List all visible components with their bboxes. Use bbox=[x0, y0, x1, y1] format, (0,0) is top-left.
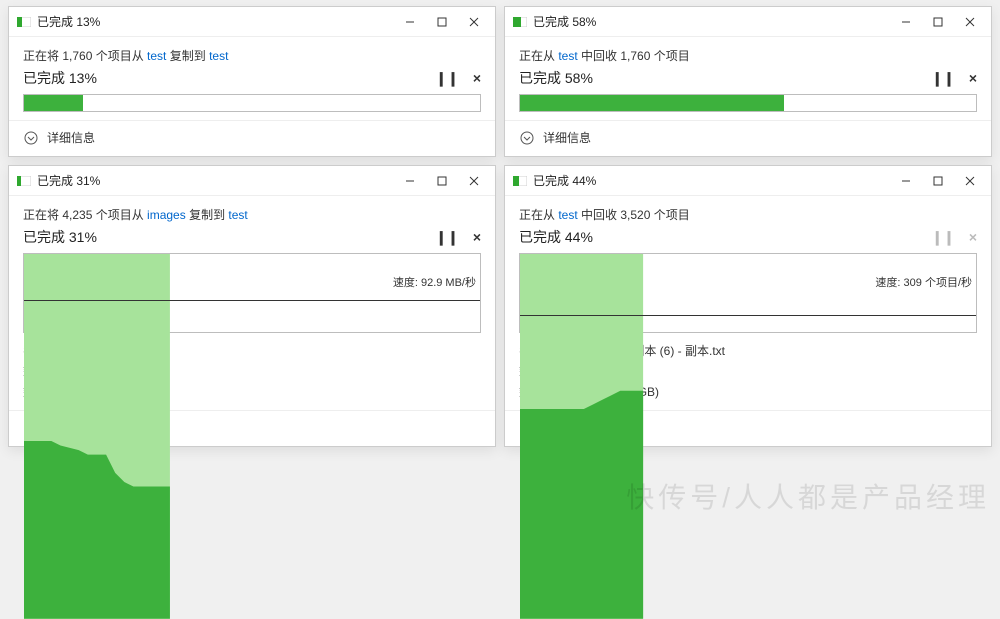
progress-text: 已完成 44% bbox=[519, 227, 593, 247]
titlebar: 已完成 44% bbox=[505, 166, 991, 196]
speed-label: 速度: 309 个项目/秒 bbox=[871, 274, 976, 290]
speed-chart: 速度: 92.9 MB/秒 bbox=[23, 253, 481, 333]
progress-icon bbox=[513, 15, 527, 29]
maximize-button[interactable] bbox=[427, 11, 457, 33]
window-title: 已完成 44% bbox=[533, 172, 891, 189]
recycle-dialog-1: 已完成 58% 正在从 test 中回收 1,760 个项目 已完成 58% ❙… bbox=[504, 6, 992, 157]
close-button[interactable] bbox=[459, 11, 489, 33]
maximize-button[interactable] bbox=[427, 170, 457, 192]
progress-icon bbox=[17, 15, 31, 29]
maximize-button[interactable] bbox=[923, 170, 953, 192]
speed-chart: 速度: 309 个项目/秒 bbox=[519, 253, 977, 333]
source-link[interactable]: images bbox=[147, 208, 186, 222]
dest-link[interactable]: test bbox=[228, 208, 247, 222]
progress-text: 已完成 31% bbox=[23, 227, 97, 247]
details-label: 详细信息 bbox=[47, 129, 95, 146]
action-description: 正在从 test 中回收 1,760 个项目 bbox=[519, 47, 977, 64]
minimize-button[interactable] bbox=[395, 170, 425, 192]
minimize-button[interactable] bbox=[891, 11, 921, 33]
pause-button[interactable]: ❙❙ bbox=[931, 70, 954, 87]
source-link[interactable]: test bbox=[558, 208, 577, 222]
titlebar: 已完成 58% bbox=[505, 7, 991, 37]
source-link[interactable]: test bbox=[558, 49, 577, 63]
minimize-button[interactable] bbox=[891, 170, 921, 192]
cancel-button[interactable]: × bbox=[473, 70, 481, 87]
copy-dialog-1: 已完成 13% 正在将 1,760 个项目从 test 复制到 test 已完成… bbox=[8, 6, 496, 157]
titlebar: 已完成 31% bbox=[9, 166, 495, 196]
pause-button[interactable]: ❙❙ bbox=[435, 70, 458, 87]
copy-dialog-2: 已完成 31% 正在将 4,235 个项目从 images 复制到 test 已… bbox=[8, 165, 496, 447]
cancel-button[interactable]: × bbox=[473, 229, 481, 246]
window-title: 已完成 58% bbox=[533, 13, 891, 30]
action-description: 正在从 test 中回收 3,520 个项目 bbox=[519, 206, 977, 223]
chevron-down-icon bbox=[519, 130, 535, 146]
recycle-dialog-2: 已完成 44% 正在从 test 中回收 3,520 个项目 已完成 44% ❙… bbox=[504, 165, 992, 447]
minimize-button[interactable] bbox=[395, 11, 425, 33]
speed-label: 速度: 92.9 MB/秒 bbox=[389, 274, 480, 290]
window-title: 已完成 13% bbox=[37, 13, 395, 30]
close-button[interactable] bbox=[955, 170, 985, 192]
action-description: 正在将 1,760 个项目从 test 复制到 test bbox=[23, 47, 481, 64]
progress-text: 已完成 58% bbox=[519, 68, 593, 88]
source-link[interactable]: test bbox=[147, 49, 166, 63]
progress-bar bbox=[519, 94, 977, 112]
details-toggle[interactable]: 详细信息 bbox=[9, 120, 495, 156]
details-toggle[interactable]: 详细信息 bbox=[505, 120, 991, 156]
progress-icon bbox=[17, 174, 31, 188]
dest-link[interactable]: test bbox=[209, 49, 228, 63]
details-label: 详细信息 bbox=[543, 129, 591, 146]
titlebar: 已完成 13% bbox=[9, 7, 495, 37]
window-title: 已完成 31% bbox=[37, 172, 395, 189]
progress-icon bbox=[513, 174, 527, 188]
close-button[interactable] bbox=[955, 11, 985, 33]
progress-bar bbox=[23, 94, 481, 112]
action-description: 正在将 4,235 个项目从 images 复制到 test bbox=[23, 206, 481, 223]
pause-button[interactable]: ❙❙ bbox=[931, 229, 954, 246]
close-button[interactable] bbox=[459, 170, 489, 192]
cancel-button[interactable]: × bbox=[969, 229, 977, 246]
cancel-button[interactable]: × bbox=[969, 70, 977, 87]
chevron-down-icon bbox=[23, 130, 39, 146]
pause-button[interactable]: ❙❙ bbox=[435, 229, 458, 246]
progress-text: 已完成 13% bbox=[23, 68, 97, 88]
maximize-button[interactable] bbox=[923, 11, 953, 33]
